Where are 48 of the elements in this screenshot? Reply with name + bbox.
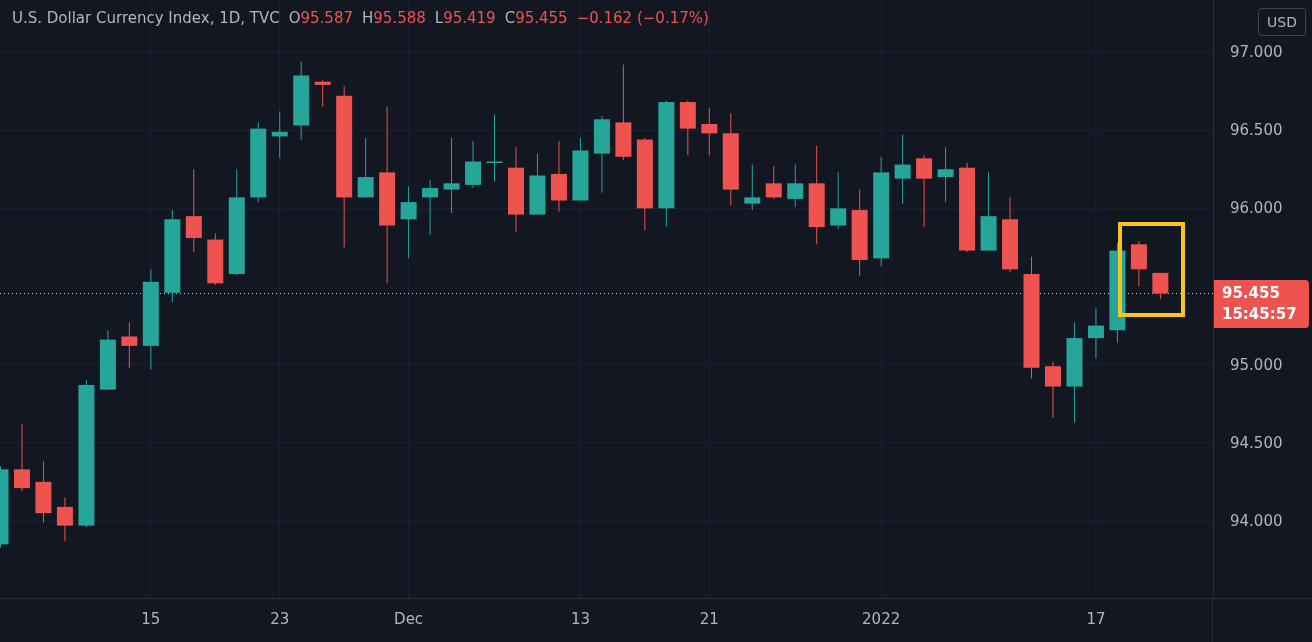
- candlestick: [679, 100, 696, 156]
- candlestick: [529, 153, 546, 216]
- candlestick: [1152, 272, 1169, 300]
- candlestick: [121, 321, 138, 369]
- candlestick: [550, 140, 567, 212]
- candlestick: [357, 137, 374, 198]
- price-label: 94.000: [1230, 511, 1283, 530]
- symbol-title: U.S. Dollar Currency Index, 1D, TVC: [12, 9, 280, 27]
- candlestick: [1130, 240, 1147, 287]
- candlestick: [572, 137, 589, 202]
- date-label: 23: [270, 610, 290, 628]
- ohlc-reading: C95.455: [504, 9, 568, 27]
- candlestick: [830, 171, 847, 230]
- ohlc-reading: O95.587: [288, 9, 353, 27]
- date-label: Dec: [394, 610, 424, 628]
- candlestick: [787, 164, 804, 208]
- date-label: 13: [570, 610, 590, 628]
- candlestick: [701, 107, 718, 156]
- candlestick: [937, 146, 954, 203]
- candlestick: [314, 79, 331, 108]
- candlestick: [744, 164, 761, 211]
- last-price-badge: 95.455 15:45:57: [1214, 279, 1309, 328]
- ohlc-reading: L95.419: [434, 9, 496, 27]
- candlestick: [765, 165, 782, 200]
- price-label: 95.000: [1230, 355, 1283, 374]
- candlestick: [1087, 307, 1104, 359]
- ohlc-reading: H95.588: [362, 9, 426, 27]
- currency-button[interactable]: USD: [1258, 8, 1306, 36]
- date-label: 15: [141, 610, 161, 628]
- price-label: 97.000: [1230, 43, 1283, 62]
- candlestick: [894, 134, 911, 205]
- candlestick: [207, 232, 224, 286]
- price-label: 96.000: [1230, 199, 1283, 218]
- candlestick: [422, 179, 439, 236]
- candlestick: [35, 461, 52, 523]
- date-label: 17: [1086, 610, 1106, 628]
- price-change: −0.162 (−0.17%): [576, 9, 709, 27]
- candlestick: [1045, 361, 1061, 419]
- candlestick: [13, 423, 30, 492]
- date-label: 21: [699, 610, 719, 628]
- candlestick: [486, 114, 503, 183]
- price-label: 94.500: [1230, 433, 1283, 452]
- date-label: 2022: [862, 610, 901, 628]
- candlestick: [99, 329, 116, 391]
- candlestick: [465, 140, 482, 189]
- price-label: 96.500: [1230, 121, 1283, 140]
- candlestick: [271, 110, 288, 159]
- candlestick: [56, 497, 73, 542]
